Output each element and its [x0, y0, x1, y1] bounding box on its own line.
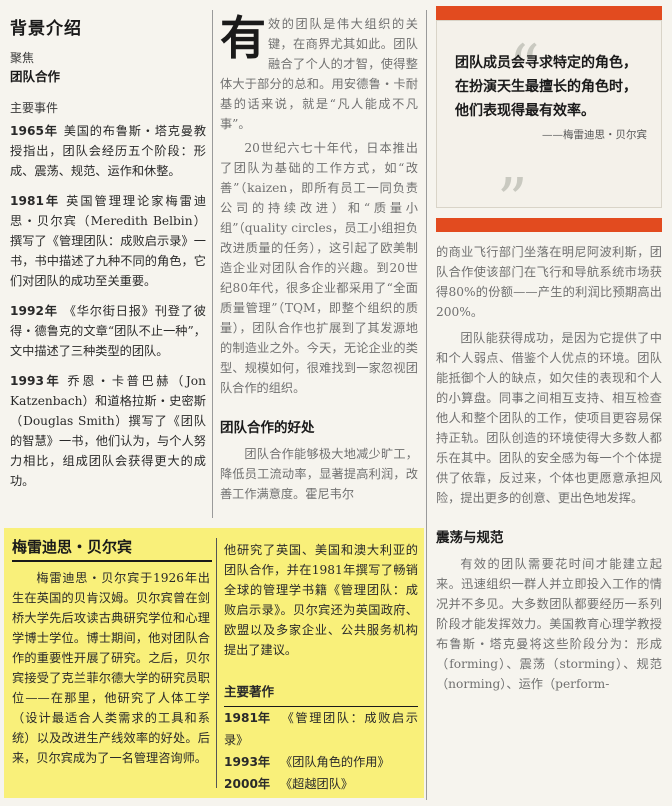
article-paragraph: 的商业飞行部门坐落在明尼阿波利斯，团队合作使该部门在飞行和导航系统市场获得80%…: [436, 245, 662, 319]
biography-paragraph: 他研究了英国、美国和澳大利亚的团队合作，并在1981年撰写了畅销全球的管理学书籍…: [224, 543, 418, 657]
subsection-title: 震荡与规范: [436, 530, 504, 546]
article-paragraph: 团队能获得成功，是因为它提供了中和个人弱点、借鉴个人优点的环境。团队能抵御个人的…: [436, 331, 662, 505]
event-item: 1992年 《华尔街日报》刊登了彼得・德鲁克的文章“团队不止一种”，文中描述了三种…: [10, 304, 206, 358]
works-title: 主要著作: [224, 682, 418, 707]
intro-paragraph: 有效的团队是伟大组织的关键，在商界尤其如此。团队融合了个人的才智，使得整体大于部…: [220, 14, 418, 131]
article-paragraph: 团队合作能够极大地减少旷工，降低员工流动率，显著提高利润，改善工作满意度。霍尼韦…: [220, 447, 418, 501]
biography-right: 他研究了英国、美国和澳大利亚的团队合作，并在1981年撰写了畅销全球的管理学书籍…: [224, 540, 418, 795]
close-quote-icon: ”: [497, 166, 528, 236]
column-divider: [212, 10, 213, 518]
title-rule: [12, 560, 212, 562]
drop-cap: 有: [220, 14, 266, 65]
article-paragraph: 20世纪六七十年代，日本推出了团队为基础的工作方式，如“改善”（kaizen，即…: [220, 141, 418, 395]
column-divider: [216, 538, 217, 788]
accent-bar: [436, 218, 662, 232]
accent-bar: [436, 6, 662, 20]
quote-source: ——梅雷迪思・贝尔宾: [542, 129, 647, 141]
biography-paragraph: 梅雷迪思・贝尔宾于1926年出生在英国的贝肯汉姆。贝尔宾曾在剑桥大学先后攻读古典…: [12, 571, 210, 765]
section-title: 背景介绍: [10, 19, 82, 39]
event-item: 1993年 乔恩・卡普巴赫（Jon Katzenbach）和道格拉斯・史密斯（Do…: [10, 374, 206, 488]
focus-label: 聚焦: [10, 51, 35, 65]
events-label: 主要事件: [10, 101, 59, 115]
pull-quote: “ 团队成员会寻求特定的角色，在扮演天生最擅长的角色时，他们表现得最有效率。 —…: [436, 20, 662, 231]
article-paragraph: 有效的团队需要花时间才能建立起来。迅速组织一群人并立即投入工作的情况并不多见。大…: [436, 557, 662, 691]
article-column: 有效的团队是伟大组织的关键，在商界尤其如此。团队融合了个人的才智，使得整体大于部…: [220, 14, 418, 514]
work-item: 1993年 《团队角色的作用》: [224, 755, 390, 769]
focus-value: 团队合作: [10, 69, 61, 84]
quote-text: 团队成员会寻求特定的角色，在扮演天生最擅长的角色时，他们表现得最有效率。: [455, 55, 637, 119]
column-divider: [426, 10, 427, 800]
biography-box: 梅雷迪思・贝尔宾 梅雷迪思・贝尔宾于1926年出生在英国的贝肯汉姆。贝尔宾曾在剑…: [4, 528, 424, 798]
subsection-title: 团队合作的好处: [220, 420, 315, 436]
event-item: 1965年 美国的布鲁斯・塔克曼教授指出，团队会经历五个阶段：形成、震荡、规范、运…: [10, 124, 206, 178]
work-item: 1981年 《管理团队：成败启示录》: [224, 711, 418, 747]
biography-title: 梅雷迪思・贝尔宾: [12, 538, 133, 556]
right-column: “ 团队成员会寻求特定的角色，在扮演天生最擅长的角色时，他们表现得最有效率。 —…: [436, 6, 662, 802]
background-column: 背景介绍 聚焦 团队合作 主要事件 1965年 美国的布鲁斯・塔克曼教授指出，团队…: [10, 14, 206, 514]
event-item: 1981年 英国管理理论家梅雷迪思・贝尔宾（Meredith Belbin）撰写了…: [10, 194, 206, 288]
work-item: 2000年 《超越团队》: [224, 777, 354, 791]
